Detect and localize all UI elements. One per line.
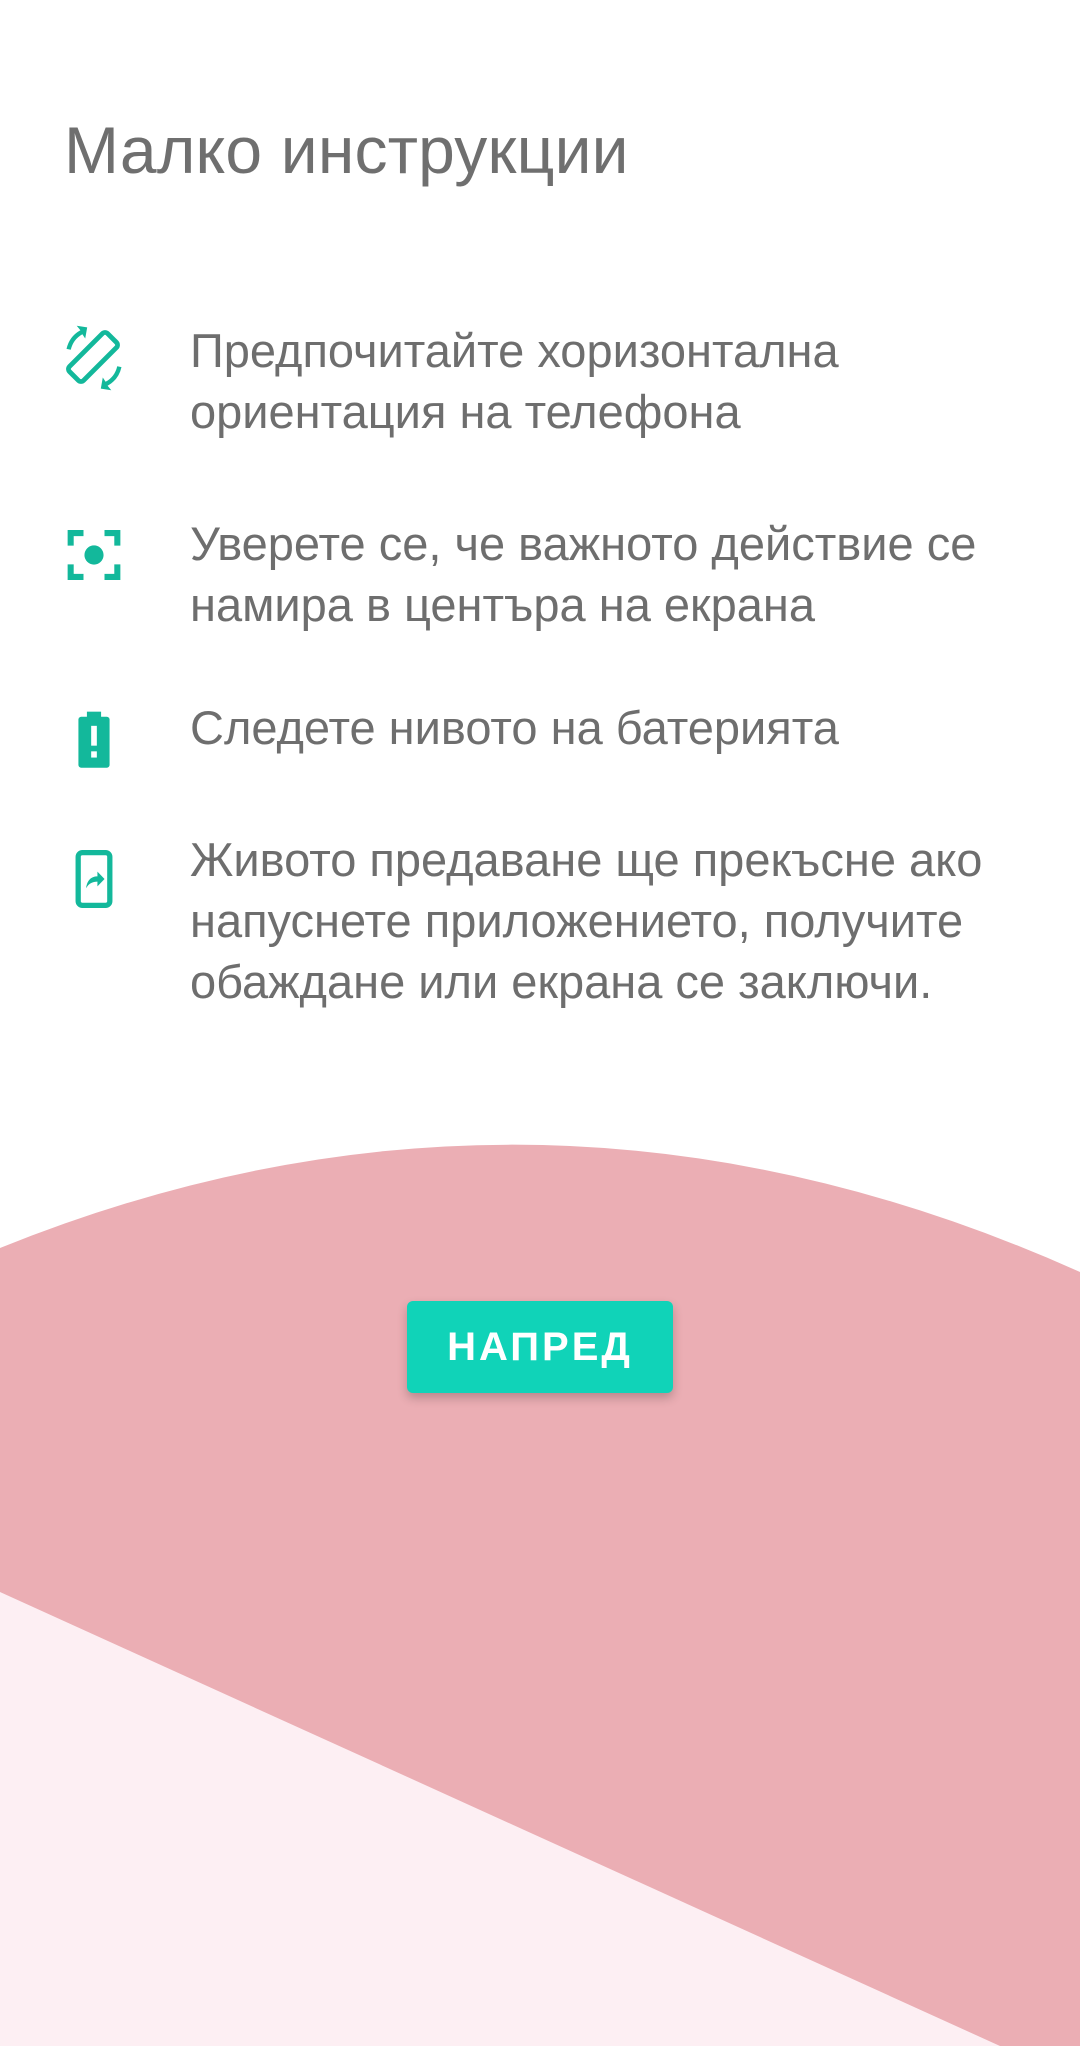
background-shapes bbox=[0, 1144, 1080, 2046]
instruction-text: Следете нивото на батерията bbox=[190, 701, 839, 754]
screen-share-icon bbox=[60, 845, 128, 913]
screen-rotation-icon bbox=[60, 324, 128, 392]
instruction-text: Живото предаване ще прекъсне ако напусне… bbox=[190, 833, 983, 1008]
battery-alert-icon bbox=[60, 706, 128, 774]
instruction-text: Уверете се, че важното действие се намир… bbox=[190, 517, 977, 631]
center-focus-icon bbox=[60, 521, 128, 589]
page-title: Малко инструкции bbox=[64, 113, 629, 187]
next-button[interactable]: НАПРЕД bbox=[407, 1301, 673, 1393]
instruction-text: Предпочитайте хоризонтална ориентация на… bbox=[190, 324, 839, 438]
